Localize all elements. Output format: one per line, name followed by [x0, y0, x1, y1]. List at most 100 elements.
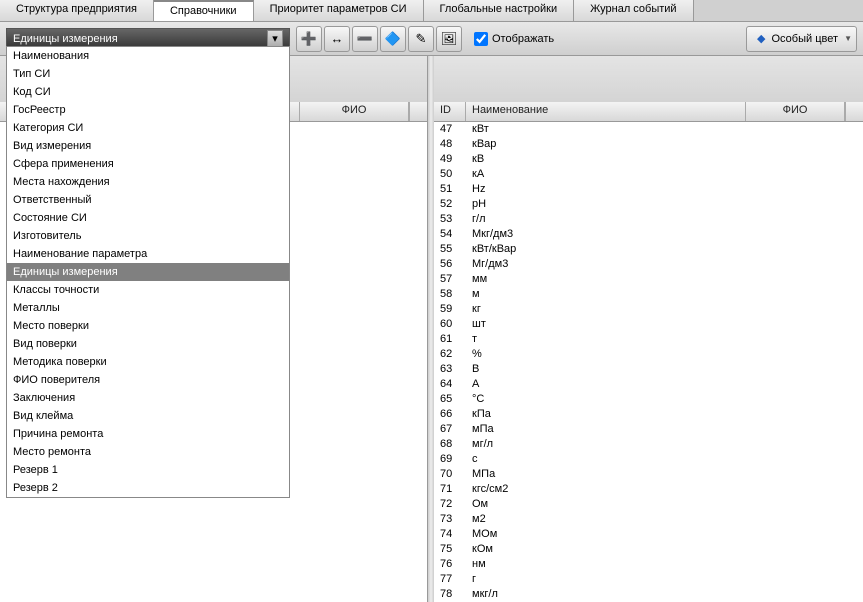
table-row[interactable]: 61т — [434, 332, 863, 347]
table-row[interactable]: 69с — [434, 452, 863, 467]
table-row[interactable]: 52pH — [434, 197, 863, 212]
dropdown-item[interactable]: Резерв 2 — [7, 479, 289, 497]
reference-dropdown[interactable]: НаименованияТип СИКод СИГосРеестрКатегор… — [6, 46, 290, 498]
table-row[interactable]: 71кгс/см2 — [434, 482, 863, 497]
dropdown-item[interactable]: Вид клейма — [7, 407, 289, 425]
dropdown-item[interactable]: Сфера применения — [7, 155, 289, 173]
cell-name: МПа — [466, 467, 863, 482]
dropdown-item[interactable]: Металлы — [7, 299, 289, 317]
dropdown-item[interactable]: Место ремонта — [7, 443, 289, 461]
chevron-down-icon[interactable]: ▾ — [267, 30, 283, 48]
table-row[interactable]: 54Мкг/дм3 — [434, 227, 863, 242]
cell-name: м — [466, 287, 863, 302]
tab-structure[interactable]: Структура предприятия — [0, 0, 154, 21]
edit-button[interactable]: ✎ — [408, 26, 434, 52]
table-row[interactable]: 57мм — [434, 272, 863, 287]
table-row[interactable]: 67мПа — [434, 422, 863, 437]
table-row[interactable]: 72Ом — [434, 497, 863, 512]
table-row[interactable]: 73м2 — [434, 512, 863, 527]
cell-name: кВт/кВар — [466, 242, 863, 257]
tab-global[interactable]: Глобальные настройки — [424, 0, 575, 21]
show-checkbox-input[interactable] — [474, 32, 488, 46]
right-col-id[interactable]: ID — [434, 102, 466, 121]
cell-id: 70 — [434, 467, 466, 482]
table-row[interactable]: 48кВар — [434, 137, 863, 152]
cell-id: 71 — [434, 482, 466, 497]
table-row[interactable]: 68мг/л — [434, 437, 863, 452]
cell-id: 57 — [434, 272, 466, 287]
table-row[interactable]: 62% — [434, 347, 863, 362]
right-grid-body[interactable]: 47кВт48кВар49кВ50кА51Hz52pH53г/л54Мкг/дм… — [434, 122, 863, 602]
dropdown-item[interactable]: Наименования — [7, 47, 289, 65]
cell-id: 62 — [434, 347, 466, 362]
cell-id: 77 — [434, 572, 466, 587]
cell-id: 55 — [434, 242, 466, 257]
dropdown-item[interactable]: Причина ремонта — [7, 425, 289, 443]
dropdown-item[interactable]: Состояние СИ — [7, 209, 289, 227]
cell-id: 61 — [434, 332, 466, 347]
cell-name: Мг/дм3 — [466, 257, 863, 272]
dropdown-item[interactable]: Наименование параметра — [7, 245, 289, 263]
table-row[interactable]: 76нм — [434, 557, 863, 572]
mark-button[interactable]: 🔷 — [380, 26, 406, 52]
right-pane: ID Наименование ФИО 47кВт48кВар49кВ50кА5… — [434, 56, 863, 602]
cell-id: 49 — [434, 152, 466, 167]
dropdown-item[interactable]: Изготовитель — [7, 227, 289, 245]
table-row[interactable]: 58м — [434, 287, 863, 302]
table-row[interactable]: 65°C — [434, 392, 863, 407]
dropdown-item[interactable]: Категория СИ — [7, 119, 289, 137]
cell-id: 67 — [434, 422, 466, 437]
dropdown-item[interactable]: Вид поверки — [7, 335, 289, 353]
table-row[interactable]: 66кПа — [434, 407, 863, 422]
table-row[interactable]: 51Hz — [434, 182, 863, 197]
dropdown-item[interactable]: Тип СИ — [7, 65, 289, 83]
reference-select-value: Единицы измерения — [13, 33, 118, 45]
left-col-fio[interactable]: ФИО — [300, 102, 409, 121]
dropdown-item[interactable]: Заключения — [7, 389, 289, 407]
cell-id: 66 — [434, 407, 466, 422]
table-row[interactable]: 49кВ — [434, 152, 863, 167]
right-col-name[interactable]: Наименование — [466, 102, 746, 121]
dropdown-item[interactable]: Ответственный — [7, 191, 289, 209]
right-col-fio[interactable]: ФИО — [746, 102, 845, 121]
table-row[interactable]: 55кВт/кВар — [434, 242, 863, 257]
table-row[interactable]: 53г/л — [434, 212, 863, 227]
dropdown-item[interactable]: Место поверки — [7, 317, 289, 335]
table-row[interactable]: 77г — [434, 572, 863, 587]
table-row[interactable]: 50кА — [434, 167, 863, 182]
dropdown-item[interactable]: Места нахождения — [7, 173, 289, 191]
table-row[interactable]: 74МОм — [434, 527, 863, 542]
table-row[interactable]: 70МПа — [434, 467, 863, 482]
table-row[interactable]: 56Мг/дм3 — [434, 257, 863, 272]
add-button[interactable]: ➕ — [296, 26, 322, 52]
table-row[interactable]: 64А — [434, 377, 863, 392]
table-row[interactable]: 78мкг/л — [434, 587, 863, 602]
table-row[interactable]: 75кОм — [434, 542, 863, 557]
tab-references[interactable]: Справочники — [154, 0, 254, 21]
tab-log[interactable]: Журнал событий — [574, 0, 693, 21]
paint-icon: ◆ — [757, 32, 765, 45]
cell-id: 63 — [434, 362, 466, 377]
dropdown-item[interactable]: Вид измерения — [7, 137, 289, 155]
cell-name: мПа — [466, 422, 863, 437]
dropdown-item[interactable]: Классы точности — [7, 281, 289, 299]
swap-icon: ↔ — [331, 31, 344, 46]
dropdown-item[interactable]: Единицы измерения — [7, 263, 289, 281]
show-checkbox[interactable]: Отображать — [474, 32, 554, 46]
table-row[interactable]: 60шт — [434, 317, 863, 332]
table-row[interactable]: 59кг — [434, 302, 863, 317]
table-row[interactable]: 47кВт — [434, 122, 863, 137]
toolbar: Единицы измерения ▾ ➕ ↔ ➖ 🔷 ✎ 🖼 Отобража… — [0, 22, 863, 56]
remove-button[interactable]: ➖ — [352, 26, 378, 52]
tab-priority[interactable]: Приоритет параметров СИ — [254, 0, 424, 21]
cell-name: кВт — [466, 122, 863, 137]
dropdown-item[interactable]: Методика поверки — [7, 353, 289, 371]
image-button[interactable]: 🖼 — [436, 26, 462, 52]
dropdown-item[interactable]: Резерв 1 — [7, 461, 289, 479]
special-color-button[interactable]: ◆ Особый цвет ▼ — [746, 26, 857, 52]
dropdown-item[interactable]: ФИО поверителя — [7, 371, 289, 389]
move-button[interactable]: ↔ — [324, 26, 350, 52]
dropdown-item[interactable]: ГосРеестр — [7, 101, 289, 119]
dropdown-item[interactable]: Код СИ — [7, 83, 289, 101]
table-row[interactable]: 63В — [434, 362, 863, 377]
